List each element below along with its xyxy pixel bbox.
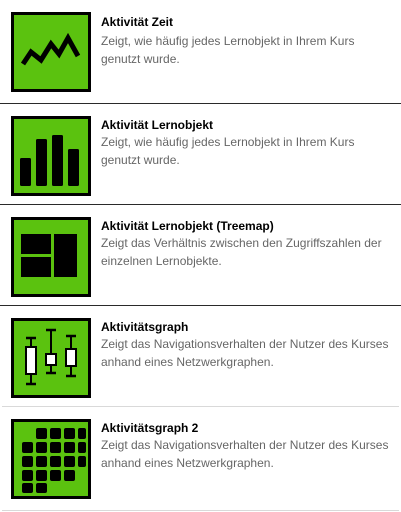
list-item-aktivitaetsgraph-2[interactable]: Aktivitätsgraph 2 Zeigt das Navigationsv… bbox=[0, 407, 401, 512]
item-title: Aktivitätsgraph bbox=[101, 320, 189, 334]
item-description: Zeigt, wie häufig jedes Lernobjekt in Ih… bbox=[101, 34, 355, 66]
item-title: Aktivität Lernobjekt bbox=[101, 118, 214, 132]
treemap-icon bbox=[11, 217, 91, 297]
list-item-aktivitaet-lernobjekt-treemap[interactable]: Aktivität Lernobjekt (Treemap) Zeigt das… bbox=[0, 205, 401, 305]
list-item-aktivitaet-zeit[interactable]: Aktivität Zeit Zeigt, wie häufig jedes L… bbox=[0, 0, 401, 103]
boxplot-icon bbox=[11, 318, 91, 398]
visualization-list: Aktivität Zeit Zeigt, wie häufig jedes L… bbox=[0, 0, 401, 512]
separator bbox=[2, 510, 399, 511]
item-description: Zeigt das Verhältnis zwischen den Zugrif… bbox=[101, 236, 382, 268]
item-description: Zeigt, wie häufig jedes Lernobjekt in Ih… bbox=[101, 135, 355, 167]
item-title: Aktivitätsgraph 2 bbox=[101, 421, 199, 435]
list-item-aktivitaet-lernobjekt[interactable]: Aktivität Lernobjekt Zeigt, wie häufig j… bbox=[0, 104, 401, 204]
item-description: Zeigt das Navigationsverhalten der Nutze… bbox=[101, 337, 389, 369]
item-description: Zeigt das Navigationsverhalten der Nutze… bbox=[101, 438, 389, 470]
item-title: Aktivität Lernobjekt (Treemap) bbox=[101, 219, 274, 233]
bar-chart-icon bbox=[11, 116, 91, 196]
item-title: Aktivität Zeit bbox=[101, 15, 174, 29]
grid-icon bbox=[11, 419, 91, 499]
list-item-aktivitaetsgraph[interactable]: Aktivitätsgraph Zeigt das Navigationsver… bbox=[0, 306, 401, 406]
line-chart-icon bbox=[11, 12, 91, 92]
